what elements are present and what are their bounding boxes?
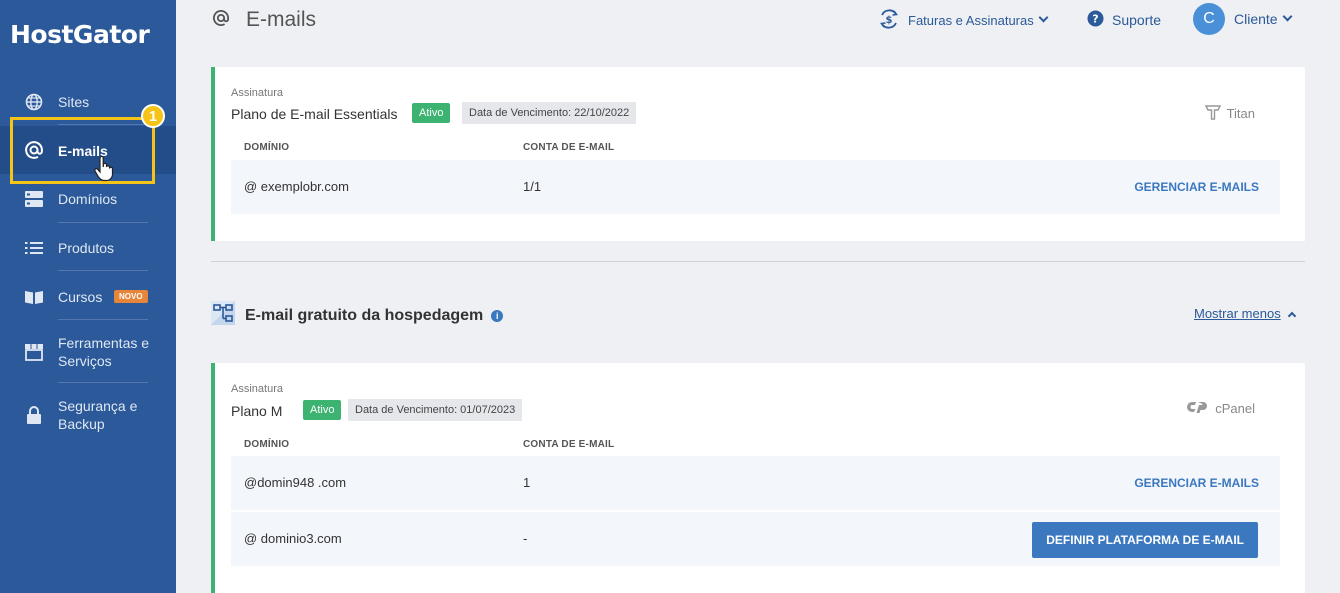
info-icon[interactable]: i <box>491 309 504 322</box>
sidebar-item-label: Ferramentas e Serviços <box>58 335 150 369</box>
sidebar-item-label: Domínios <box>58 191 118 207</box>
domain-cell: @ dominio3.com <box>244 531 342 546</box>
sidebar-item-produtos[interactable]: Produtos <box>0 238 176 258</box>
lock-icon <box>24 405 44 425</box>
book-icon <box>24 287 44 307</box>
hosting-network-icon <box>211 301 235 330</box>
provider-name: Titan <box>1226 106 1255 121</box>
billing-label: Faturas e Assinaturas <box>908 13 1034 28</box>
sidebar-item-label: Cursos <box>58 289 103 305</box>
define-email-platform-button[interactable]: DEFINIR PLATAFORMA DE E-MAIL <box>1032 522 1258 558</box>
due-date-badge: Data de Vencimento: 22/10/2022 <box>462 102 637 124</box>
cpanel-icon <box>1187 400 1209 417</box>
chevron-up-icon <box>1287 311 1296 320</box>
titan-icon <box>1204 104 1221 123</box>
sidebar: HostGator Sites E-mails Domínios Produto… <box>0 0 176 593</box>
list-icon <box>24 238 44 258</box>
account-count-cell: 1/1 <box>523 179 542 194</box>
nav-divider <box>58 382 148 383</box>
globe-icon <box>24 92 44 112</box>
billing-cycle-icon: $ <box>878 8 900 33</box>
column-header-domain: DOMÍNIO <box>244 439 290 450</box>
new-badge: NOVO <box>114 290 148 303</box>
sidebar-item-ferramentas[interactable]: Ferramentas e Serviços <box>0 334 176 370</box>
column-header-account: CONTA DE E-MAIL <box>523 142 615 153</box>
plan-name: Plano M <box>231 403 283 419</box>
user-menu[interactable]: C Cliente <box>1193 3 1293 35</box>
sidebar-item-dominios[interactable]: Domínios <box>0 189 176 209</box>
avatar: C <box>1193 3 1225 35</box>
step-badge: 1 <box>141 104 165 128</box>
tutorial-highlight <box>10 117 155 184</box>
user-label: Cliente <box>1234 11 1278 27</box>
column-header-domain: DOMÍNIO <box>244 142 290 153</box>
manage-emails-link[interactable]: GERENCIAR E-MAILS <box>1134 476 1259 490</box>
support-link[interactable]: ? Suporte <box>1087 10 1161 30</box>
provider-cpanel: cPanel <box>1187 400 1255 417</box>
server-icon <box>24 189 44 209</box>
support-label: Suporte <box>1112 12 1162 28</box>
sidebar-item-seguranca[interactable]: Segurança e Backup <box>0 397 176 433</box>
section-title-text: E-mail gratuito da hospedagem <box>245 306 484 324</box>
at-icon <box>212 9 230 32</box>
svg-text:?: ? <box>1092 13 1098 26</box>
sidebar-item-cursos[interactable]: Cursos NOVO <box>0 287 176 307</box>
billing-menu[interactable]: $ Faturas e Assinaturas <box>878 8 1049 33</box>
sidebar-item-label: Segurança e Backup <box>58 398 138 432</box>
section-divider <box>211 261 1305 262</box>
page-title: E-mails <box>212 8 316 32</box>
subscription-label: Assinatura <box>231 87 283 99</box>
help-icon: ? <box>1087 10 1104 30</box>
chevron-down-icon <box>1282 11 1293 21</box>
provider-name: cPanel <box>1215 401 1255 416</box>
nav-divider <box>58 222 148 223</box>
nav-divider <box>58 270 148 271</box>
column-header-account: CONTA DE E-MAIL <box>523 439 615 450</box>
section-title: E-mail gratuito da hospedagem i <box>211 301 504 330</box>
subscription-card-cpanel: Assinatura Plano M Ativo Data de Vencime… <box>211 363 1305 593</box>
page-title-text: E-mails <box>246 8 317 31</box>
status-badge: Ativo <box>303 400 342 420</box>
account-count-cell: 1 <box>523 475 531 490</box>
toggle-label: Mostrar menos <box>1194 306 1281 321</box>
store-icon <box>24 342 44 362</box>
due-date-badge: Data de Vencimento: 01/07/2023 <box>348 399 523 421</box>
hand-cursor-icon <box>94 155 114 187</box>
account-count-cell: - <box>523 531 528 546</box>
provider-titan: Titan <box>1204 104 1255 123</box>
status-badge: Ativo <box>412 103 451 123</box>
show-less-toggle[interactable]: Mostrar menos <box>1194 306 1296 321</box>
table-row: @ exemplobr.com 1/1 GERENCIAR E-MAILS <box>231 160 1280 214</box>
table-row: @domin948 .com 1 GERENCIAR E-MAILS <box>231 456 1280 510</box>
svg-text:$: $ <box>886 15 893 26</box>
brand-logo[interactable]: HostGator <box>10 20 150 49</box>
nav-divider <box>58 319 148 320</box>
manage-emails-link[interactable]: GERENCIAR E-MAILS <box>1134 180 1259 194</box>
domain-cell: @ exemplobr.com <box>244 179 349 194</box>
plan-name: Plano de E-mail Essentials <box>231 106 398 122</box>
subscription-card-titan: Assinatura Plano de E-mail Essentials At… <box>211 67 1305 241</box>
sidebar-item-label: Produtos <box>58 240 115 256</box>
domain-cell: @domin948 .com <box>244 475 347 490</box>
subscription-label: Assinatura <box>231 383 283 395</box>
sidebar-item-label: Sites <box>58 94 90 110</box>
chevron-down-icon <box>1038 12 1049 23</box>
table-row: @ dominio3.com - DEFINIR PLATAFORMA DE E… <box>231 512 1280 566</box>
